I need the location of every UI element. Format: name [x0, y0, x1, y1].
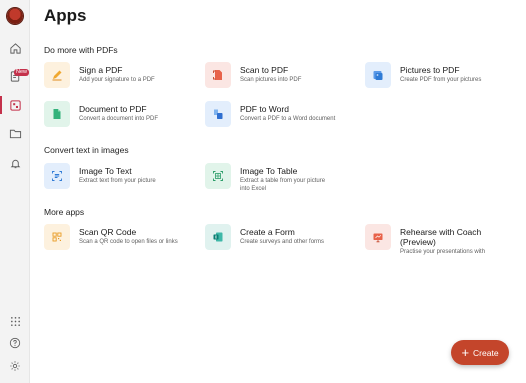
app-desc: Scan pictures into PDF	[240, 77, 302, 83]
app-name: Sign a PDF	[79, 65, 123, 75]
pdf-word-icon	[205, 101, 231, 127]
document-icon	[44, 101, 70, 127]
app-name: Scan to PDF	[240, 65, 289, 75]
forms-icon	[205, 224, 231, 250]
app-desc: into Excel	[240, 186, 267, 192]
pen-icon	[44, 62, 70, 88]
app-name: Create a Form	[240, 227, 295, 237]
app-scan-pdf[interactable]: Scan to PDF Scan pictures into PDF	[205, 62, 301, 88]
section-title-more: More apps	[44, 207, 85, 217]
app-name: (Preview)	[400, 237, 436, 247]
app-create-form[interactable]: Create a Form Create surveys and other f…	[205, 224, 324, 250]
app-desc: Create surveys and other forms	[240, 239, 325, 245]
app-name: Image To Table	[240, 166, 298, 176]
app-scan-qr[interactable]: Scan QR Code Scan a QR code to open file…	[44, 224, 178, 250]
section-title-images: Convert text in images	[44, 145, 129, 155]
app-document-pdf[interactable]: Document to PDF Convert a document into …	[44, 101, 158, 127]
avatar[interactable]	[7, 8, 23, 24]
image-text-icon	[44, 163, 70, 189]
app-desc: Convert a PDF to a Word document	[240, 116, 336, 122]
create-button-label: Create	[473, 347, 499, 358]
app-sign-pdf[interactable]: Sign a PDF Add your signature to a PDF	[44, 62, 155, 88]
app-desc: Extract a table from your picture	[240, 178, 326, 184]
app-name: Document to PDF	[79, 104, 147, 114]
app-image-text[interactable]: Image To Text Extract text from your pic…	[44, 163, 156, 189]
apps-icon[interactable]	[6, 96, 24, 114]
new-badge: New	[14, 69, 30, 76]
app-name: Rehearse with Coach	[400, 227, 482, 237]
home-icon[interactable]	[6, 39, 24, 57]
app-name: Scan QR Code	[79, 227, 137, 237]
sidebar: New	[0, 0, 30, 383]
app-rehearse-coach[interactable]: Rehearse with Coach (Preview) Practise y…	[365, 224, 485, 256]
app-desc: Practise your presentations with	[400, 249, 486, 255]
section-title-pdfs: Do more with PDFs	[44, 45, 118, 55]
app-desc: Extract text from your picture	[79, 178, 156, 184]
bell-icon[interactable]	[6, 154, 24, 172]
app-pictures-pdf[interactable]: Pictures to PDF Create PDF from your pic…	[365, 62, 481, 88]
app-desc: Convert a document into PDF	[79, 116, 159, 122]
scan-pdf-icon	[205, 62, 231, 88]
app-name: Image To Text	[79, 166, 132, 176]
pictures-icon	[365, 62, 391, 88]
help-icon[interactable]	[6, 334, 24, 352]
settings-icon[interactable]	[6, 357, 24, 375]
app-image-table[interactable]: Image To Table Extract a table from your…	[205, 163, 325, 193]
app-name: Pictures to PDF	[400, 65, 460, 75]
create-button[interactable]: + Create	[451, 340, 509, 365]
active-indicator	[0, 96, 2, 114]
grid-icon[interactable]	[6, 312, 24, 330]
page-title: Apps	[44, 6, 87, 25]
app-desc: Create PDF from your pictures	[400, 77, 482, 83]
presentation-coach-icon	[365, 224, 391, 250]
plus-icon: +	[461, 344, 470, 360]
app-pdf-word[interactable]: PDF to Word Convert a PDF to a Word docu…	[205, 101, 335, 127]
app-desc: Scan a QR code to open files or links	[79, 239, 178, 245]
folder-icon[interactable]	[6, 124, 24, 142]
image-table-icon	[205, 163, 231, 189]
app-name: PDF to Word	[240, 104, 289, 114]
app-desc: Add your signature to a PDF	[79, 77, 155, 83]
qr-code-icon	[44, 224, 70, 250]
